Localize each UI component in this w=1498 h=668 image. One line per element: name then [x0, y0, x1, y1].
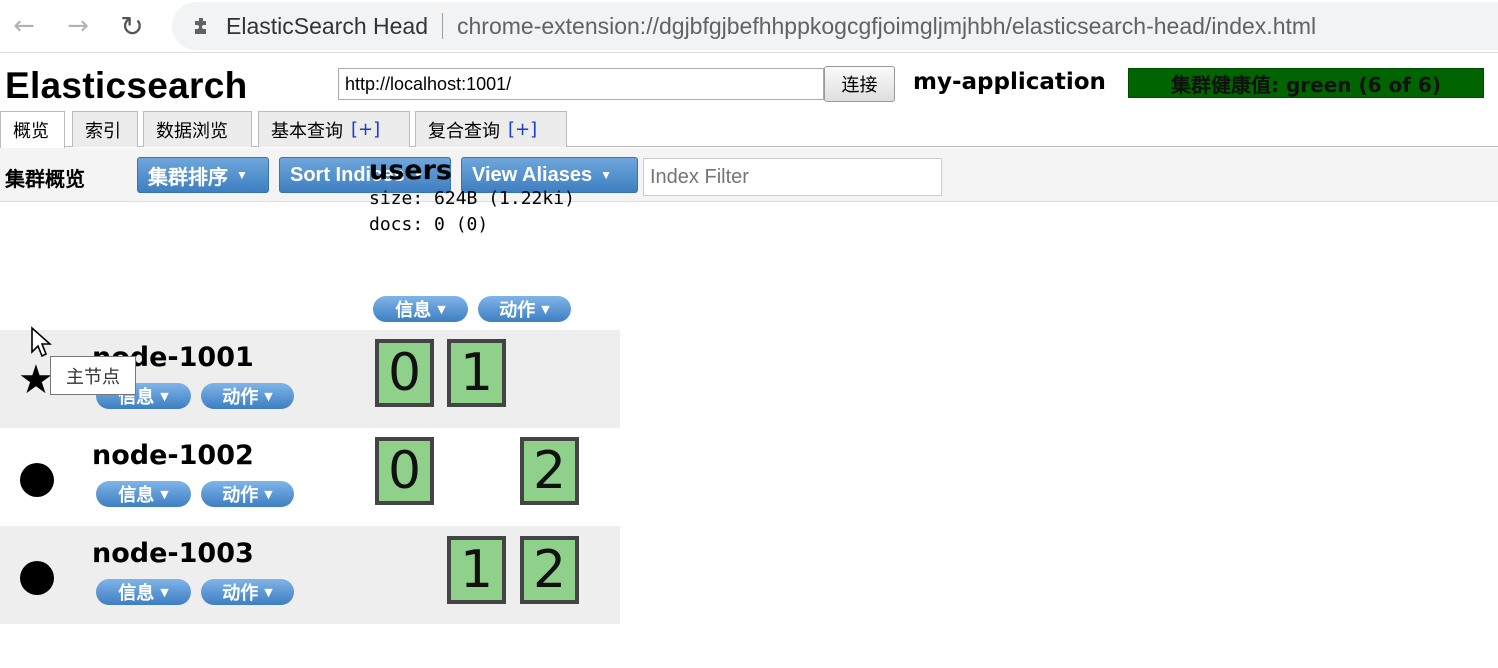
node-info-button[interactable]: 信息 ▼ — [96, 579, 191, 605]
caret-down-icon: ▼ — [160, 389, 169, 403]
node-name: node-1003 — [92, 538, 254, 569]
caret-down-icon: ▼ — [160, 487, 169, 501]
overview-toolbar: 集群概览 集群排序 ▼ Sort Indices ▼ View Aliases ▼ — [0, 148, 1498, 202]
main-tabs: 概览 索引 数据浏览 基本查询 [+] 复合查询 [+] — [0, 111, 1498, 148]
tab-label: 复合查询 — [428, 120, 500, 142]
button-label: 集群排序 — [148, 166, 228, 189]
button-label: 动作 — [499, 300, 536, 321]
tab-overview[interactable]: 概览 — [0, 111, 65, 148]
connect-button[interactable]: 连接 — [824, 66, 895, 102]
caret-down-icon: ▼ — [264, 487, 273, 501]
node-action-button[interactable]: 动作 ▼ — [201, 383, 294, 409]
caret-down-icon: ▼ — [437, 302, 446, 316]
button-label: 信息 — [395, 300, 432, 321]
cluster-health-badge: 集群健康值: green (6 of 6) — [1128, 68, 1484, 98]
node-dot-icon — [20, 561, 54, 595]
reload-icon[interactable]: ↻ — [114, 8, 150, 44]
node-info-button[interactable]: 信息 ▼ — [96, 481, 191, 507]
caret-down-icon: ▼ — [264, 585, 273, 599]
node-action-button[interactable]: 动作 ▼ — [201, 579, 294, 605]
tab-label: 概览 — [13, 121, 49, 142]
index-filter-input[interactable] — [643, 158, 942, 196]
tab-browser[interactable]: 数据浏览 — [143, 111, 252, 147]
caret-down-icon: ▼ — [264, 389, 273, 403]
shard-box[interactable]: 0 — [375, 339, 434, 407]
app-title: Elasticsearch — [5, 65, 248, 106]
shard-box[interactable]: 0 — [375, 437, 434, 505]
address-url[interactable]: chrome-extension://dgjbfgjbefhhppkogcgfj… — [457, 13, 1316, 40]
button-label: 动作 — [222, 583, 259, 604]
node-action-button[interactable]: 动作 ▼ — [201, 481, 294, 507]
browser-toolbar: ← → ↻ ElasticSearch Head chrome-extensio… — [0, 0, 1498, 52]
index-name: users — [369, 155, 452, 186]
cluster-name: my-application — [913, 69, 1106, 95]
button-label: 动作 — [222, 485, 259, 506]
button-label: 信息 — [118, 485, 155, 506]
forward-arrow-icon[interactable]: → — [60, 8, 96, 44]
caret-down-icon: ▼ — [541, 302, 550, 316]
tab-plus[interactable]: [+] — [351, 119, 380, 140]
button-label: 信息 — [118, 583, 155, 604]
tab-label: 索引 — [85, 120, 121, 142]
shard-box[interactable]: 2 — [520, 536, 579, 604]
caret-down-icon: ▼ — [160, 585, 169, 599]
master-star-icon[interactable]: ★ — [18, 360, 54, 400]
node-name: node-1002 — [92, 440, 254, 471]
address-divider — [442, 13, 443, 39]
toolbar-title: 集群概览 — [5, 167, 85, 191]
sort-cluster-button[interactable]: 集群排序 ▼ — [137, 157, 269, 193]
button-label: 动作 — [222, 387, 259, 408]
tab-compound-query[interactable]: 复合查询 [+] — [415, 111, 567, 147]
shard-box[interactable]: 2 — [520, 437, 579, 505]
tab-basic-query[interactable]: 基本查询 [+] — [258, 111, 410, 147]
caret-down-icon: ▼ — [600, 168, 612, 182]
address-bar[interactable]: ElasticSearch Head chrome-extension://dg… — [172, 2, 1498, 50]
tab-label: 基本查询 — [271, 120, 343, 142]
node-dot-icon — [20, 463, 54, 497]
shard-box[interactable]: 1 — [447, 339, 506, 407]
index-header: users size: 624B (1.22ki) docs: 0 (0) — [369, 155, 575, 238]
connection-url-input[interactable] — [338, 68, 824, 100]
puzzle-piece-icon — [190, 14, 214, 38]
caret-down-icon: ▼ — [236, 168, 248, 182]
back-arrow-icon[interactable]: ← — [6, 8, 42, 44]
mouse-cursor-icon — [31, 326, 52, 358]
index-size: size: 624B (1.22ki) — [369, 188, 575, 209]
index-info-button[interactable]: 信息 ▼ — [373, 296, 468, 322]
index-docs: docs: 0 (0) — [369, 214, 489, 235]
shard-box[interactable]: 1 — [447, 536, 506, 604]
tab-indices[interactable]: 索引 — [72, 111, 138, 147]
extension-name: ElasticSearch Head — [226, 12, 428, 39]
index-action-button[interactable]: 动作 ▼ — [478, 296, 571, 322]
master-node-tooltip: 主节点 — [50, 356, 136, 395]
tab-label: 数据浏览 — [156, 120, 228, 142]
tab-plus[interactable]: [+] — [508, 119, 537, 140]
